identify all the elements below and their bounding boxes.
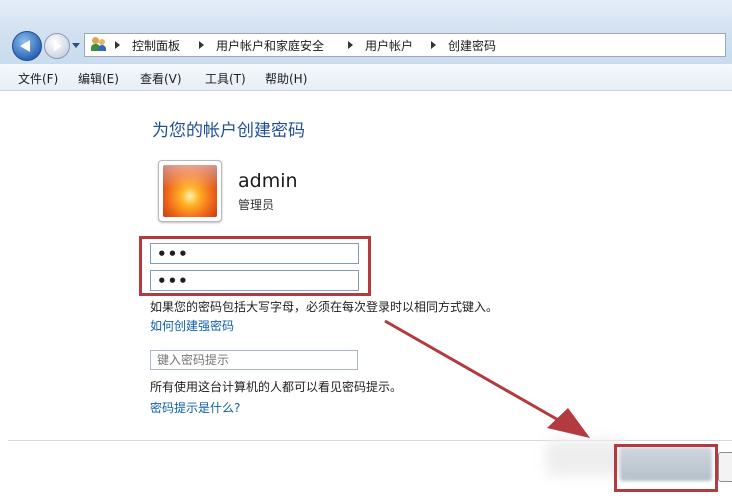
annotation-arrow-icon	[384, 319, 590, 438]
